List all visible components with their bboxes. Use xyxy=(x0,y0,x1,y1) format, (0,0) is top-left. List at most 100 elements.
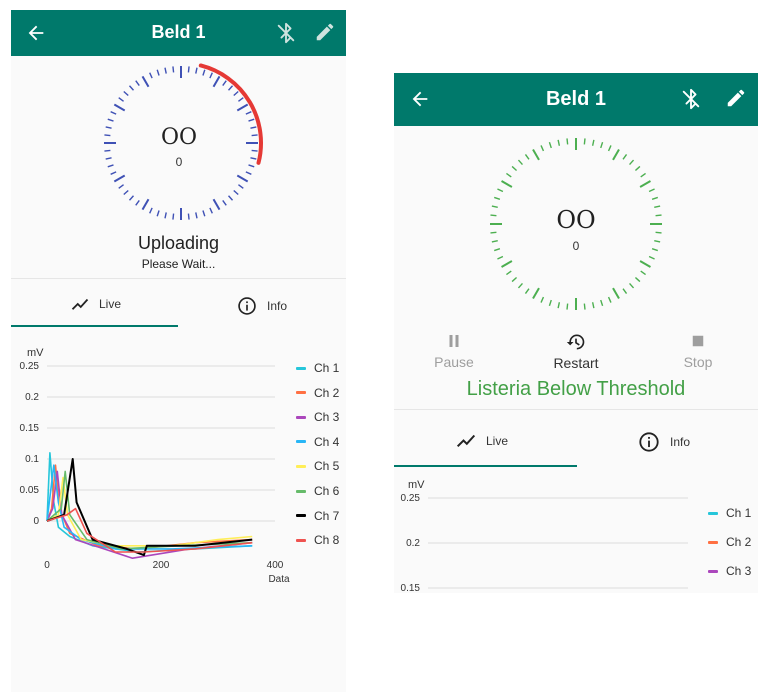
dial-tick xyxy=(524,154,530,160)
tab-label: Live xyxy=(486,433,509,448)
section-divider xyxy=(394,409,758,410)
y-axis-label: mV xyxy=(408,479,425,491)
info-icon xyxy=(238,297,256,315)
stop-button[interactable]: Stop xyxy=(658,332,738,370)
dial-tick xyxy=(156,210,160,217)
legend-item: Ch 7 xyxy=(296,509,339,523)
dial-tick xyxy=(506,270,512,276)
restart-button[interactable]: Restart xyxy=(536,332,616,371)
tab-label: Info xyxy=(670,435,691,449)
y-tick-label: 0.25 xyxy=(401,493,421,504)
dial-tick xyxy=(135,80,140,86)
y-tick-label: 0.15 xyxy=(20,423,40,434)
y-axis-label: mV xyxy=(27,347,44,359)
dial-tick xyxy=(591,139,595,146)
dial-tick xyxy=(141,198,150,211)
dial-tick xyxy=(238,97,244,102)
dial-tick xyxy=(634,165,641,171)
dial-tick xyxy=(640,172,646,178)
dial-tick xyxy=(141,75,150,88)
dial-tick xyxy=(118,97,124,102)
dial-tick xyxy=(227,195,234,201)
dial-tick xyxy=(497,255,504,260)
tab-live[interactable]: Live xyxy=(71,297,121,311)
edit-pencil-icon[interactable] xyxy=(725,87,747,109)
dial-tick xyxy=(128,195,135,201)
pause-button[interactable]: Pause xyxy=(414,332,494,370)
dial-tick xyxy=(600,299,604,307)
dial-tick xyxy=(557,139,561,146)
dial-tick xyxy=(172,213,175,220)
dial-tick xyxy=(511,165,518,171)
dial-tick xyxy=(245,171,252,175)
y-tick-label: 0.15 xyxy=(401,583,421,593)
legend-item: Ch 8 xyxy=(296,533,339,547)
tab-label: Live xyxy=(99,297,122,311)
dial-tick xyxy=(490,231,497,234)
app-bar: Beld 1 xyxy=(394,73,758,126)
dial-tick xyxy=(629,282,635,289)
stop-label: Stop xyxy=(683,354,713,370)
dial-tick xyxy=(209,207,213,214)
y-tick-label: 0.1 xyxy=(25,454,39,465)
dial-tick xyxy=(238,184,244,189)
app-bar: Beld 1 xyxy=(11,10,346,56)
legend-swatch xyxy=(296,538,306,542)
dial-tick xyxy=(248,164,255,168)
dial-tick xyxy=(532,287,540,299)
legend-item: Ch 6 xyxy=(296,484,339,498)
chart-line-icon xyxy=(456,434,476,448)
dial-tick xyxy=(149,72,153,79)
bluetooth-disabled-icon[interactable] xyxy=(275,22,297,44)
tab-live[interactable]: Live xyxy=(456,433,508,448)
dial-tick xyxy=(548,299,552,307)
dial-tick xyxy=(128,85,135,91)
dial-tick xyxy=(250,126,257,129)
dial-value: OO xyxy=(160,125,198,150)
dial-tick xyxy=(251,149,258,152)
dial-tick xyxy=(622,154,628,160)
edit-pencil-icon[interactable] xyxy=(314,21,336,43)
dial-tick xyxy=(222,200,227,206)
legend-swatch xyxy=(708,511,718,515)
legend-label: Ch 8 xyxy=(314,533,340,548)
dial-tick xyxy=(511,277,518,283)
legend-swatch xyxy=(296,489,306,493)
dial-tick xyxy=(493,248,501,252)
dial-tick xyxy=(655,214,662,217)
dial-tick xyxy=(497,188,504,193)
tab-info[interactable]: Info xyxy=(638,431,690,453)
dial-tick xyxy=(113,103,126,112)
dial-tick xyxy=(654,239,661,243)
restart-label: Restart xyxy=(553,355,599,371)
legend-swatch xyxy=(708,540,718,544)
legend-label: Ch 6 xyxy=(314,484,340,498)
dial-tick xyxy=(113,174,126,183)
dial-subvalue: 0 xyxy=(572,239,580,253)
pause-label: Pause xyxy=(434,354,474,370)
dial-tick xyxy=(548,141,552,149)
dial-tick xyxy=(107,164,114,168)
dial-tick xyxy=(212,198,221,211)
legend-swatch xyxy=(708,569,718,573)
legend-label: Ch 1 xyxy=(314,361,340,375)
screen-result: Beld 1 OO 0 Pause Restart Stop Listeria … xyxy=(394,73,758,593)
tab-info[interactable]: Info xyxy=(237,296,287,316)
y-tick-label: 0 xyxy=(33,516,39,527)
dial-tick xyxy=(222,80,227,86)
legend-item: Ch 5 xyxy=(296,459,339,473)
bluetooth-disabled-icon[interactable] xyxy=(680,88,702,110)
live-chart: mV 0.25 0.2 0.15 xyxy=(401,479,688,593)
tab-indicator xyxy=(11,325,178,327)
legend-swatch xyxy=(296,391,306,395)
dial-tick xyxy=(493,196,501,200)
dial-tick xyxy=(501,260,513,268)
dial-tick xyxy=(250,157,257,160)
dial-tick xyxy=(245,111,252,115)
upload-status-subtitle: Please Wait... xyxy=(141,257,216,271)
dial-tick xyxy=(104,149,111,152)
legend-item: Ch 3 xyxy=(708,564,751,578)
dial-tick xyxy=(583,138,586,145)
info-icon xyxy=(639,432,659,452)
dial-tick xyxy=(540,296,545,303)
